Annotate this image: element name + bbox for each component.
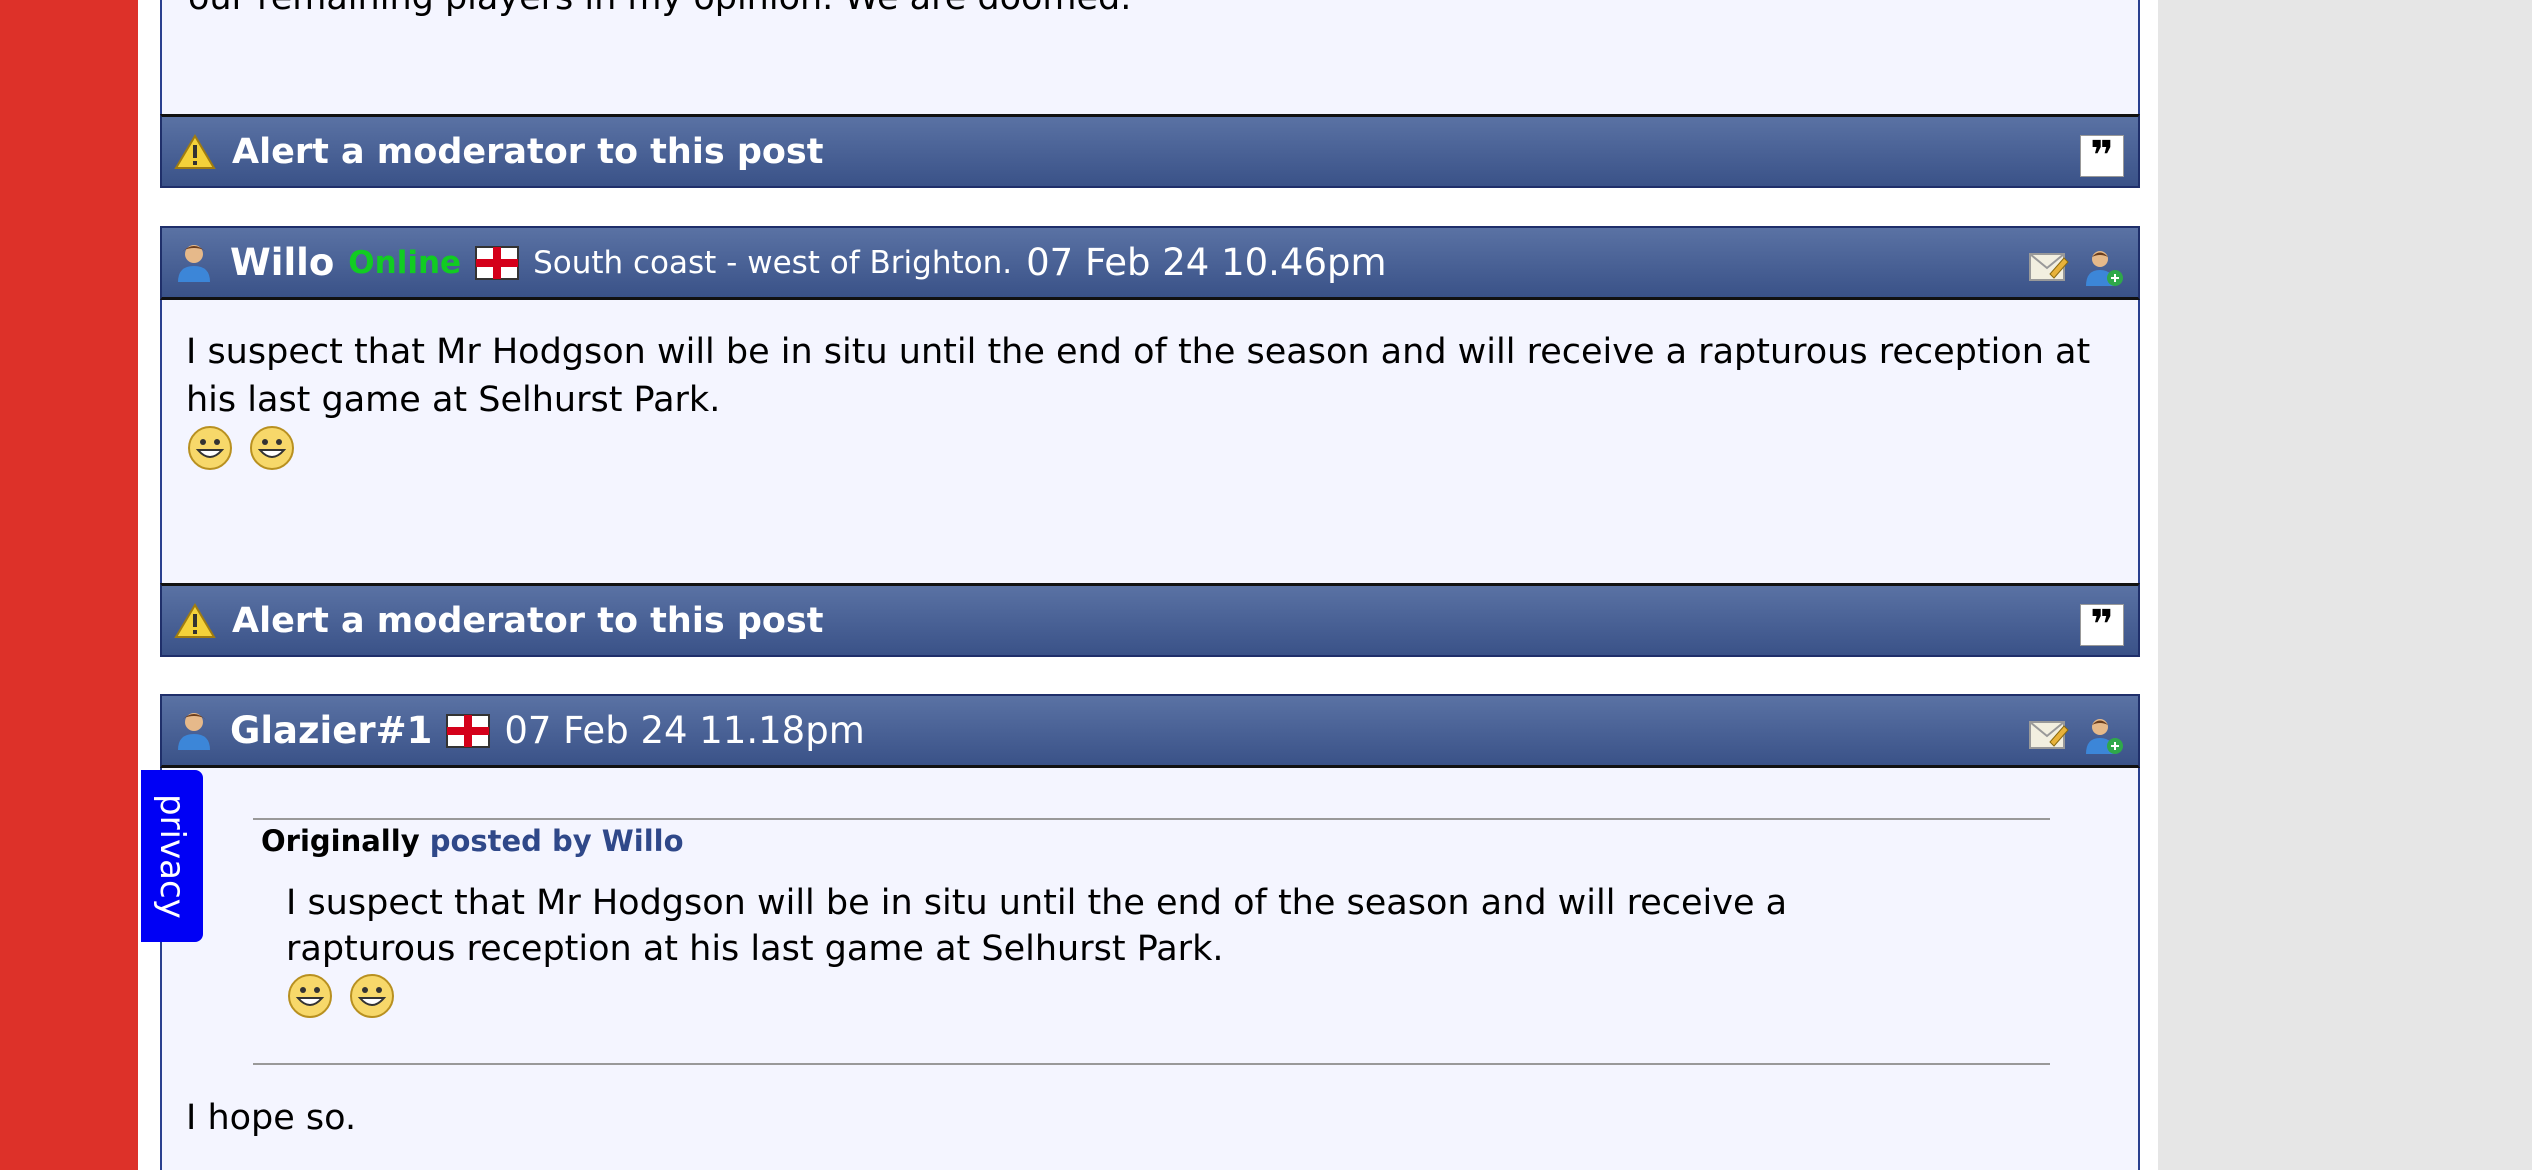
post-date: 07 Feb 24 11.18pm [504,709,865,752]
quote-bottom-rule [253,1063,2050,1065]
quote-icon[interactable]: ❞ [2080,604,2124,646]
username[interactable]: Glazier#1 [230,709,432,752]
smiley-icon [250,426,294,470]
warning-icon [174,602,216,638]
private-message-icon[interactable] [2028,248,2070,284]
privacy-tab[interactable]: privacy [141,770,203,942]
online-status: Online [348,244,462,281]
post-header-glazier: Glazier#1 07 Feb 24 11.18pm [160,694,2140,768]
warning-icon [174,133,216,169]
user-icon[interactable] [174,710,214,752]
quoted-text: I suspect that Mr Hodgson will be in sit… [286,883,1788,969]
quote-attribution: Originally posted by Willo [261,824,684,858]
privacy-label: privacy [152,793,192,919]
post-date: 07 Feb 24 10.46pm [1026,241,1387,284]
alert-moderator-link[interactable]: Alert a moderator to this post [232,601,824,641]
previous-post-body: our remaining players in my opinion. We … [160,0,2140,114]
add-friend-icon[interactable] [2084,716,2124,756]
previous-post-text: our remaining players in my opinion. We … [188,0,1131,18]
add-friend-icon[interactable] [2084,248,2124,288]
post-footer-bar: Alert a moderator to this post ❞ [160,114,2140,188]
username[interactable]: Willo [230,241,334,284]
originally-label: Originally [261,824,420,858]
smiley-icon [288,974,332,1018]
smiley-icon [350,974,394,1018]
reply-text: I hope so. [186,1098,357,1138]
smiley-icon [188,426,232,470]
england-flag-icon [475,245,520,280]
post-footer-bar: Alert a moderator to this post ❞ [160,583,2140,657]
left-red-sidebar [0,0,138,1170]
user-icon[interactable] [174,242,214,284]
alert-moderator-link[interactable]: Alert a moderator to this post [232,132,824,172]
post-text: I suspect that Mr Hodgson will be in sit… [186,332,2091,420]
user-location: South coast - west of Brighton. [533,244,1013,281]
quote-top-rule [253,818,2050,820]
private-message-icon[interactable] [2028,716,2070,752]
quote-author-link[interactable]: posted by Willo [430,824,684,858]
quote-icon[interactable]: ❞ [2080,135,2124,177]
post-header-willo: Willo Online South coast - west of Brigh… [160,226,2140,300]
england-flag-icon [446,713,491,748]
